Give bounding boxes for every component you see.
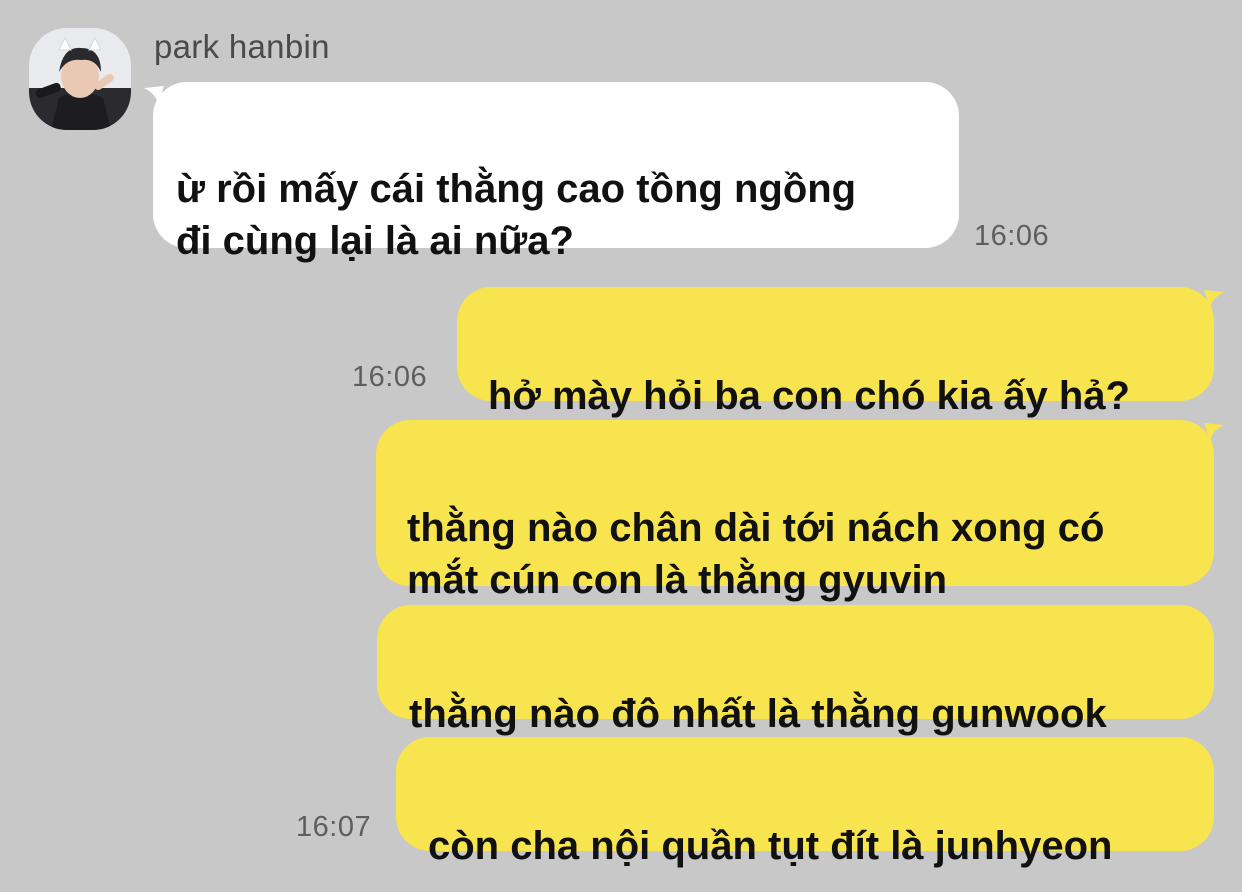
message-bubble-outgoing[interactable]: còn cha nội quần tụt đít là junhyeon bbox=[396, 737, 1214, 868]
message-bubble-outgoing[interactable]: hở mày hỏi ba con chó kia ấy hả? bbox=[457, 287, 1214, 418]
message-bubble-incoming[interactable]: ừ rồi mấy cái thằng cao tồng ngồng đi cù… bbox=[153, 82, 959, 263]
message-timestamp: 16:06 bbox=[352, 361, 428, 393]
message-timestamp: 16:07 bbox=[296, 811, 372, 843]
message-bubble-outgoing[interactable]: thằng nào đô nhất là thằng gunwook bbox=[377, 605, 1214, 736]
message-text: hở mày hỏi ba con chó kia ấy hả? bbox=[488, 374, 1130, 418]
message-text: ừ rồi mấy cái thằng cao tồng ngồng đi cù… bbox=[176, 167, 857, 263]
message-text: thằng nào đô nhất là thằng gunwook bbox=[409, 692, 1107, 736]
message-timestamp: 16:06 bbox=[974, 220, 1050, 252]
contact-avatar[interactable] bbox=[29, 28, 131, 130]
sender-name: park hanbin bbox=[154, 28, 330, 65]
avatar-photo-icon bbox=[29, 28, 131, 130]
message-bubble-outgoing[interactable]: thằng nào chân dài tới nách xong có mắt … bbox=[376, 420, 1214, 602]
message-text: còn cha nội quần tụt đít là junhyeon bbox=[428, 824, 1113, 868]
message-text: thằng nào chân dài tới nách xong có mắt … bbox=[407, 506, 1105, 602]
